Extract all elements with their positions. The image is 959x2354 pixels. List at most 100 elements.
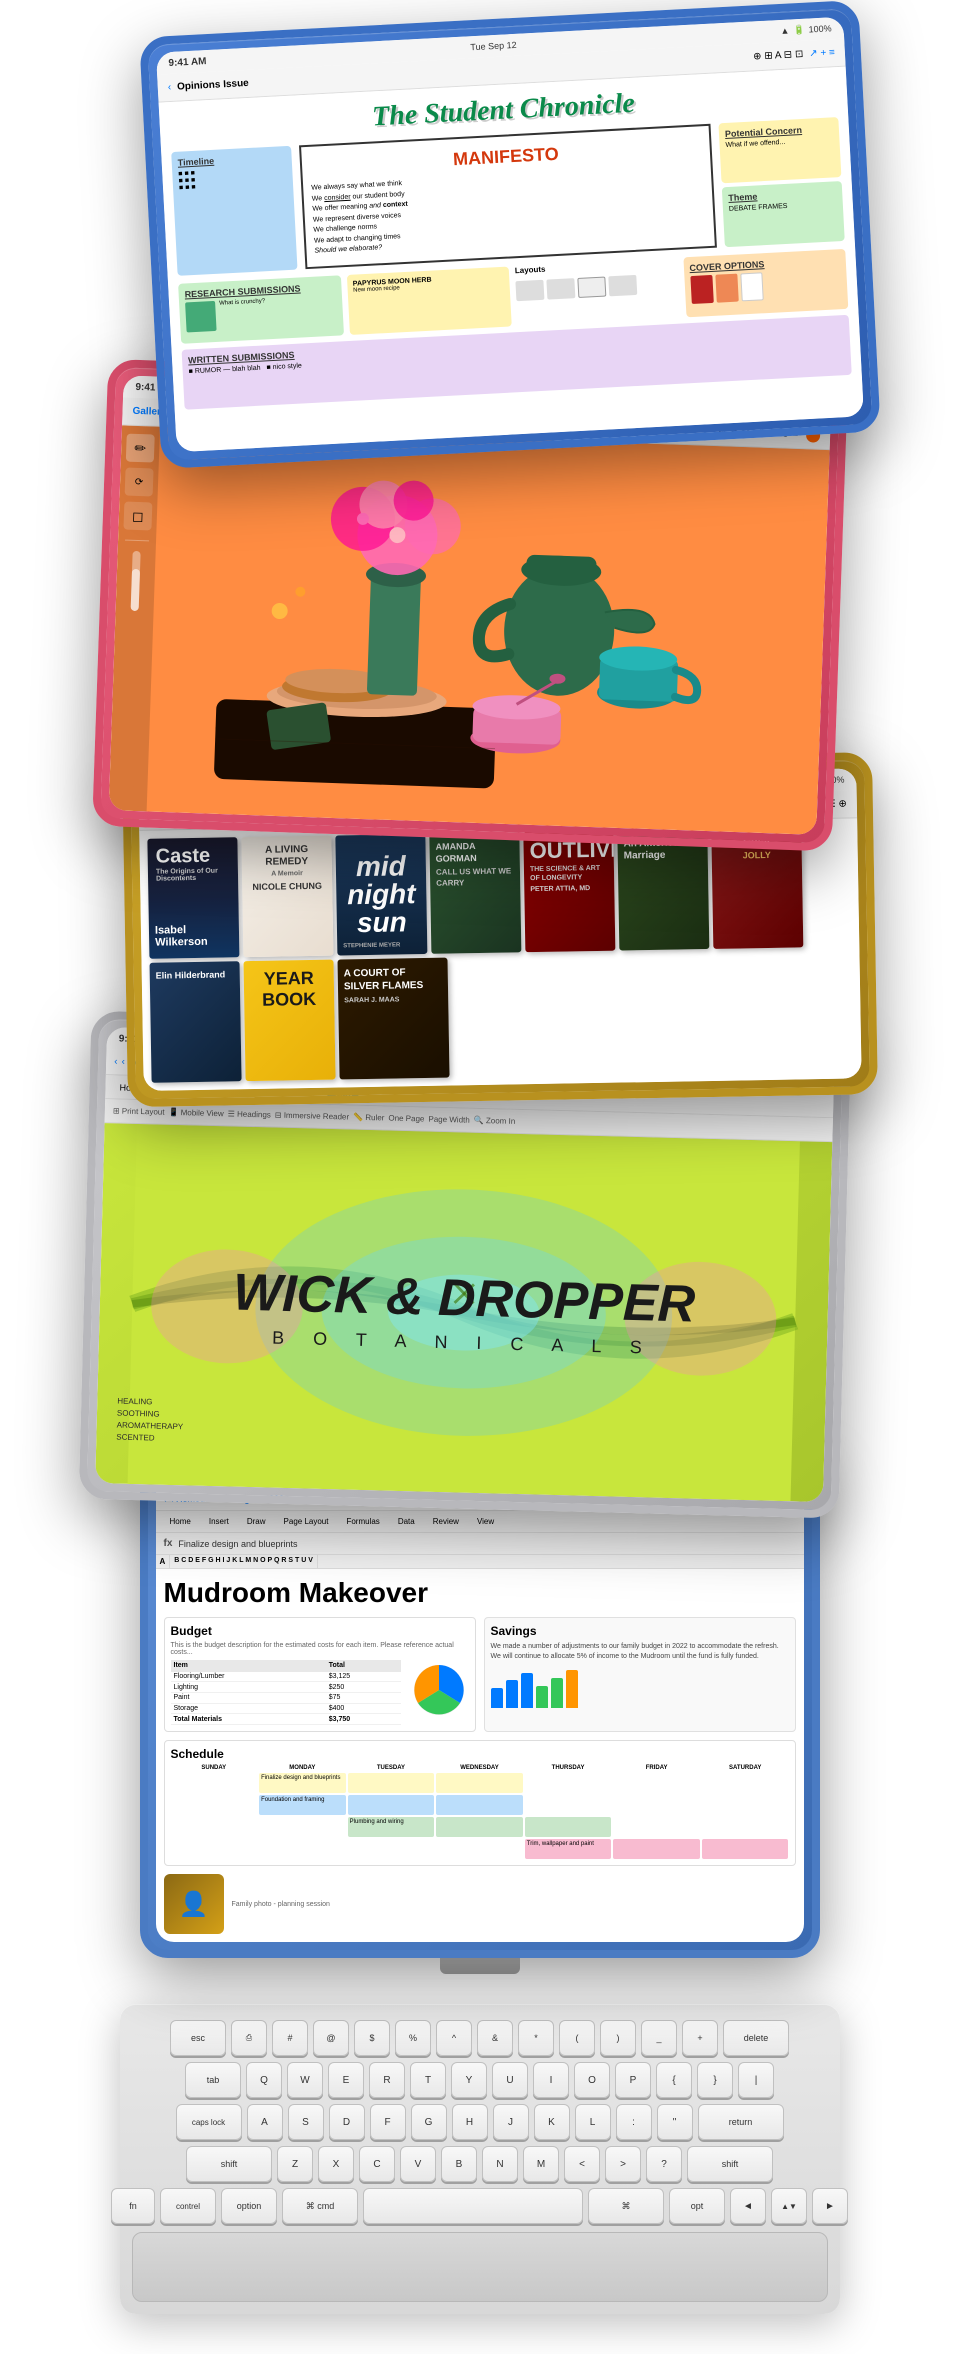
book-silver-flames[interactable]: A COURT OF SILVER FLAMES SARAH J. MAAS <box>337 958 449 1080</box>
back-btn-1[interactable]: ‹ <box>167 82 171 93</box>
key-delete[interactable]: delete <box>723 2020 789 2056</box>
freeform-canvas[interactable]: The Student Chronicle Timeline ■ ■ ■ ■ ■… <box>158 67 863 453</box>
key-a[interactable]: A <box>247 2104 283 2140</box>
key-j[interactable]: J <box>493 2104 529 2140</box>
key-semicolon[interactable]: : <box>616 2104 652 2140</box>
tab-formulas-5[interactable]: Formulas <box>340 1515 385 1528</box>
key-p[interactable]: P <box>615 2062 651 2098</box>
key-control[interactable]: contrel <box>160 2188 216 2224</box>
mobile-view-btn[interactable]: 📱 Mobile View <box>168 1108 223 1118</box>
eraser-tool[interactable]: ◻ <box>123 502 152 531</box>
layout-thumb-4[interactable] <box>608 275 637 296</box>
key-right-arrow[interactable]: ► <box>812 2188 848 2224</box>
immersive-btn[interactable]: ⊟ Immersive Reader <box>274 1111 348 1122</box>
key-lbracket[interactable]: { <box>656 2062 692 2098</box>
key-caps-lock[interactable]: caps lock <box>176 2104 242 2140</box>
print-layout-btn[interactable]: ⊞ Print Layout <box>112 1106 164 1116</box>
key-esc[interactable]: esc <box>170 2020 226 2056</box>
key-i[interactable]: I <box>533 2062 569 2098</box>
key-option[interactable]: option <box>221 2188 277 2224</box>
key-k[interactable]: K <box>534 2104 570 2140</box>
key-o[interactable]: O <box>574 2062 610 2098</box>
key-f2[interactable]: # <box>272 2020 308 2056</box>
key-y[interactable]: Y <box>451 2062 487 2098</box>
formula-content[interactable]: Finalize design and blueprints <box>178 1539 795 1549</box>
key-f5[interactable]: % <box>395 2020 431 2056</box>
key-pipe[interactable]: | <box>738 2062 774 2098</box>
brush-tool[interactable]: ✏ <box>125 434 154 463</box>
one-page-btn[interactable]: One Page <box>388 1114 424 1124</box>
layout-thumb-1[interactable] <box>515 280 544 301</box>
key-minus[interactable]: _ <box>641 2020 677 2056</box>
key-u[interactable]: U <box>492 2062 528 2098</box>
trackpad[interactable] <box>132 2232 828 2302</box>
tab-review-5[interactable]: Review <box>427 1515 465 1528</box>
layout-thumb-2[interactable] <box>546 278 575 299</box>
book-yearbook[interactable]: YEAR BOOK <box>243 960 335 1082</box>
key-left-arrow[interactable]: ◄ <box>730 2188 766 2224</box>
key-t[interactable]: T <box>410 2062 446 2098</box>
key-shift-left[interactable]: shift <box>186 2146 272 2182</box>
opacity-slider[interactable] <box>130 551 140 611</box>
layout-thumb-3[interactable] <box>577 276 606 297</box>
key-c[interactable]: C <box>359 2146 395 2182</box>
key-n[interactable]: N <box>482 2146 518 2182</box>
key-f6[interactable]: ^ <box>436 2020 472 2056</box>
key-option-right[interactable]: opt <box>669 2188 725 2224</box>
books-grid[interactable]: Caste The Origins of Our Discontents Isa… <box>139 818 861 1090</box>
key-h[interactable]: H <box>452 2104 488 2140</box>
tab-draw-5[interactable]: Draw <box>241 1515 272 1528</box>
key-quote[interactable]: " <box>657 2104 693 2140</box>
key-f7[interactable]: & <box>477 2020 513 2056</box>
key-cmd-right[interactable]: ⌘ <box>588 2188 664 2224</box>
key-cmd-left[interactable]: ⌘ cmd <box>282 2188 358 2224</box>
tab-insert-5[interactable]: Insert <box>203 1515 235 1528</box>
key-s[interactable]: S <box>288 2104 324 2140</box>
tab-pagelayout-5[interactable]: Page Layout <box>278 1515 335 1528</box>
key-f1[interactable]: ⎙ <box>231 2020 267 2056</box>
key-rbracket[interactable]: } <box>697 2062 733 2098</box>
key-z[interactable]: Z <box>277 2146 313 2182</box>
key-v[interactable]: V <box>400 2146 436 2182</box>
key-w[interactable]: W <box>287 2062 323 2098</box>
key-b[interactable]: B <box>441 2146 477 2182</box>
book-midnight-sun[interactable]: mid night sun STEPHENIE MEYER <box>335 834 427 956</box>
key-m[interactable]: M <box>523 2146 559 2182</box>
headings-btn[interactable]: ☰ Headings <box>227 1109 270 1119</box>
key-plus[interactable]: + <box>682 2020 718 2056</box>
book-outlive[interactable]: OUTLIVE THE SCIENCE & ART OF LONGEVITY P… <box>523 831 615 953</box>
key-return[interactable]: return <box>698 2104 784 2140</box>
key-q[interactable]: Q <box>246 2062 282 2098</box>
illustration-canvas[interactable]: ✏ ⟳ ◻ <box>108 425 829 834</box>
tab-data-5[interactable]: Data <box>392 1515 421 1528</box>
book-gorman[interactable]: AMANDA GORMAN CALL US WHAT WE CARRY <box>429 832 521 954</box>
key-space[interactable] <box>363 2188 583 2224</box>
key-f3[interactable]: @ <box>313 2020 349 2056</box>
key-up-down-arrows[interactable]: ▲▼ <box>771 2188 807 2224</box>
share-icon-1[interactable]: ↗ + ≡ <box>809 47 835 59</box>
key-f8[interactable]: * <box>518 2020 554 2056</box>
key-shift-right[interactable]: shift <box>687 2146 773 2182</box>
key-lt[interactable]: < <box>564 2146 600 2182</box>
key-tab[interactable]: tab <box>185 2062 241 2098</box>
key-x[interactable]: X <box>318 2146 354 2182</box>
key-gt[interactable]: > <box>605 2146 641 2182</box>
key-r[interactable]: R <box>369 2062 405 2098</box>
tab-view-5[interactable]: View <box>471 1515 500 1528</box>
book-caste[interactable]: Caste The Origins of Our Discontents Isa… <box>147 837 239 959</box>
tab-home-5[interactable]: Home <box>164 1515 197 1528</box>
key-e[interactable]: E <box>328 2062 364 2098</box>
key-g[interactable]: G <box>411 2104 447 2140</box>
back-btn-4[interactable]: ‹ <box>114 1056 118 1067</box>
ruler-btn[interactable]: 📏 Ruler <box>352 1113 384 1123</box>
key-f[interactable]: F <box>370 2104 406 2140</box>
key-f4[interactable]: $ <box>354 2020 390 2056</box>
book-living-remedy[interactable]: A LIVING REMEDY A Memoir NICOLE CHUNG <box>241 836 333 958</box>
key-fn[interactable]: fn <box>111 2188 155 2224</box>
book-hilderbrand[interactable]: Elin Hilderbrand <box>149 961 241 1083</box>
book-american-marriage[interactable]: An American Marriage <box>617 829 709 951</box>
key-f10[interactable]: ) <box>600 2020 636 2056</box>
key-l[interactable]: L <box>575 2104 611 2140</box>
key-d[interactable]: D <box>329 2104 365 2140</box>
key-question[interactable]: ? <box>646 2146 682 2182</box>
